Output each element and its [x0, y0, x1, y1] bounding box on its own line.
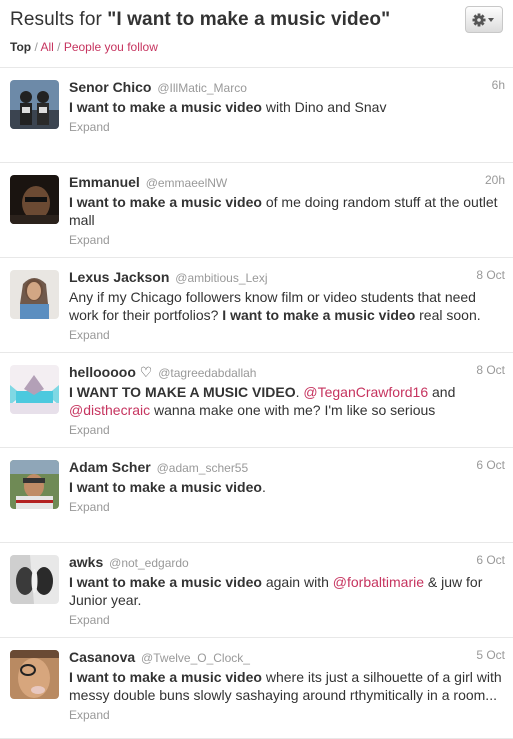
tweet-text: I want to make a music video. [69, 478, 505, 496]
tweet-item[interactable]: Lexus Jackson @ambitious_Lexj 8 Oct Any … [0, 258, 513, 353]
tweet-text-part: with Dino and Snav [261, 99, 387, 115]
expand-link[interactable]: Expand [69, 707, 505, 723]
tweet-timestamp[interactable]: 5 Oct [476, 648, 505, 662]
gear-icon [472, 13, 494, 26]
tweet-item[interactable]: Adam Scher @adam_scher55 6 Oct I want to… [0, 448, 513, 543]
tweet-text-part: real soon. [415, 307, 481, 323]
filter-separator: / [53, 40, 64, 54]
tweet-text-part: and [428, 384, 456, 400]
expand-link[interactable]: Expand [69, 612, 505, 628]
avatar[interactable] [10, 270, 59, 319]
matched-phrase: I want to make a music video [222, 307, 416, 323]
tweet-timestamp[interactable]: 8 Oct [476, 268, 505, 282]
settings-dropdown-button[interactable] [465, 6, 503, 33]
filter-people-you-follow[interactable]: People you follow [64, 40, 158, 54]
tweet-item[interactable]: Emmanuel @emmaeelNW 20h I want to make a… [0, 163, 513, 258]
title-prefix: Results for [10, 9, 108, 30]
avatar[interactable] [10, 365, 59, 414]
tweet-timestamp[interactable]: 6 Oct [476, 458, 505, 472]
user-name[interactable]: Lexus Jackson [69, 269, 169, 285]
matched-phrase: I want to make a music video [69, 669, 262, 685]
tweet-timestamp[interactable]: 6 Oct [476, 553, 505, 567]
tweet-text: I want to make a music video where its j… [69, 668, 505, 704]
user-handle[interactable]: @IllMatic_Marco [157, 81, 247, 95]
tweet-item[interactable]: hellooooo ♡ @tagreedabdallah 8 Oct I WAN… [0, 353, 513, 448]
mention-link[interactable]: @TeganCrawford16 [303, 384, 428, 400]
search-query: "I want to make a music video" [107, 9, 391, 30]
matched-phrase: I WANT TO MAKE A MUSIC VIDEO [69, 384, 296, 400]
mention-link[interactable]: @disthecraic [69, 402, 150, 418]
tweet-text-part: again with [261, 574, 333, 590]
expand-link[interactable]: Expand [69, 422, 505, 438]
tweet-text: I want to make a music video of me doing… [69, 193, 505, 229]
page-title: Results for "I want to make a music vide… [10, 9, 390, 31]
mention-link[interactable]: @forbaltimarie [333, 574, 424, 590]
tweet-item[interactable]: awks @not_edgardo 6 Oct I want to make a… [0, 543, 513, 638]
filter-all[interactable]: All [40, 40, 53, 54]
tweet-item[interactable]: Casanova @Twelve_O_Clock_ 5 Oct I want t… [0, 638, 513, 739]
tweet-text: I WANT TO MAKE A MUSIC VIDEO. @TeganCraw… [69, 383, 505, 419]
tweet-timestamp[interactable]: 20h [485, 173, 505, 187]
user-handle[interactable]: @not_edgardo [109, 556, 189, 570]
filter-top[interactable]: Top [10, 40, 31, 54]
user-name[interactable]: Emmanuel [69, 174, 140, 190]
tweet-text: I want to make a music video with Dino a… [69, 98, 505, 116]
user-name[interactable]: hellooooo ♡ [69, 364, 152, 380]
tweet-text: Any if my Chicago followers know film or… [69, 288, 505, 324]
tweet-text: I want to make a music video again with … [69, 573, 505, 609]
user-name[interactable]: Senor Chico [69, 79, 151, 95]
matched-phrase: I want to make a music video [69, 574, 262, 590]
chevron-down-icon [488, 17, 494, 22]
avatar[interactable] [10, 175, 59, 224]
tweet-timestamp[interactable]: 8 Oct [476, 363, 505, 377]
tweet-text-part: wanna make one with me? I'm like so seri… [150, 402, 436, 418]
user-handle[interactable]: @tagreedabdallah [158, 366, 256, 380]
user-handle[interactable]: @adam_scher55 [157, 461, 249, 475]
user-handle[interactable]: @ambitious_Lexj [175, 271, 267, 285]
user-name[interactable]: Casanova [69, 649, 135, 665]
expand-link[interactable]: Expand [69, 119, 505, 135]
result-filters: Top / All / People you follow [10, 40, 158, 54]
expand-link[interactable]: Expand [69, 499, 505, 515]
matched-phrase: I want to make a music video [69, 194, 262, 210]
avatar[interactable] [10, 460, 59, 509]
tweet-timestamp[interactable]: 6h [492, 78, 505, 92]
tweet-text-part: . [261, 479, 266, 495]
expand-link[interactable]: Expand [69, 232, 505, 248]
user-handle[interactable]: @emmaeelNW [146, 176, 228, 190]
search-header: Results for "I want to make a music vide… [0, 0, 513, 68]
expand-link[interactable]: Expand [69, 327, 505, 343]
user-handle[interactable]: @Twelve_O_Clock_ [141, 651, 250, 665]
avatar[interactable] [10, 80, 59, 129]
matched-phrase: I want to make a music video [69, 479, 262, 495]
tweet-item[interactable]: Senor Chico @IllMatic_Marco 6h I want to… [0, 68, 513, 163]
user-name[interactable]: Adam Scher [69, 459, 151, 475]
user-name[interactable]: awks [69, 554, 103, 570]
avatar[interactable] [10, 650, 59, 699]
avatar[interactable] [10, 555, 59, 604]
matched-phrase: I want to make a music video [69, 99, 262, 115]
